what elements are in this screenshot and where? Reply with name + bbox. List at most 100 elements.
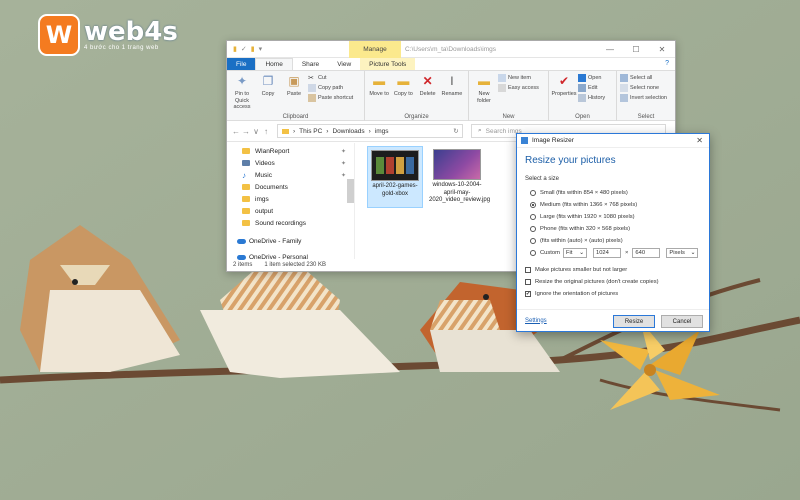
checkbox-checked[interactable]: ✔ <box>525 291 531 297</box>
file-thumbnail <box>433 149 481 180</box>
radio-button-selected[interactable] <box>530 202 536 208</box>
checkbox[interactable] <box>525 267 531 273</box>
close-icon[interactable]: ✕ <box>696 136 703 145</box>
nav-item-documents[interactable]: Documents <box>227 181 354 193</box>
group-select: Select all Select none Invert selection … <box>617 71 675 121</box>
breadcrumb-this-pc[interactable]: This PC <box>299 128 322 135</box>
up-arrow-icon[interactable]: ↑ <box>261 127 271 136</box>
qat-dropdown-icon[interactable]: ▾ <box>259 45 263 53</box>
copy-icon: ❐ <box>262 74 274 88</box>
copy-path-icon <box>308 84 316 92</box>
quick-access-toolbar: ▮ ✓ ▮ ▾ <box>227 41 262 58</box>
tab-home[interactable]: Home <box>255 58 293 70</box>
radio-button[interactable] <box>530 214 536 220</box>
maximize-button[interactable]: ☐ <box>623 41 649 58</box>
edit-button[interactable]: Edit <box>578 84 605 92</box>
size-option-medium[interactable]: Medium (fits within 1366 × 768 pixels) <box>517 199 709 211</box>
logo-name: web4s <box>84 17 178 47</box>
select-none-button[interactable]: Select none <box>620 84 667 92</box>
open-button[interactable]: Open <box>578 74 605 82</box>
fit-mode-select[interactable]: Fit ⌄ <box>562 248 587 258</box>
recent-dropdown-icon[interactable]: ∨ <box>251 127 261 136</box>
new-item-button[interactable]: New item <box>498 74 539 82</box>
size-option-auto[interactable]: (fits within (auto) × (auto) pixels) <box>517 235 709 247</box>
edit-icon <box>578 84 586 92</box>
nav-item-onedrive-family[interactable]: OneDrive - Family <box>227 235 354 247</box>
group-label-organize: Organize <box>404 114 429 120</box>
new-folder-icon[interactable]: ▮ <box>251 45 255 53</box>
custom-width-input[interactable]: 1024 <box>592 248 621 258</box>
select-all-icon <box>620 74 628 82</box>
tab-picture-tools[interactable]: Picture Tools <box>360 58 416 70</box>
refresh-icon[interactable]: ↻ <box>450 127 462 135</box>
copy-path-button[interactable]: Copy path <box>308 84 353 92</box>
radio-button[interactable] <box>530 250 536 256</box>
radio-button[interactable] <box>530 226 536 232</box>
nav-item-wlanreport[interactable]: WlanReport ✦ <box>227 145 354 157</box>
ribbon: ✦ Pin to Quick access ❐ Copy ▣ Paste ✂ Cu… <box>227 71 675 121</box>
dialog-title: Image Resizer <box>532 137 574 144</box>
dialog-heading: Resize your pictures <box>525 155 616 166</box>
tab-file[interactable]: File <box>227 58 256 70</box>
folder-icon <box>242 148 250 154</box>
cancel-button[interactable]: Cancel <box>661 315 703 328</box>
resize-button[interactable]: Resize <box>613 315 655 328</box>
folder-icon[interactable]: ▮ <box>233 45 237 53</box>
radio-button[interactable] <box>530 190 536 196</box>
size-option-phone[interactable]: Phone (fits within 320 × 568 pixels) <box>517 223 709 235</box>
settings-link[interactable]: Settings <box>525 318 547 324</box>
close-button[interactable]: ✕ <box>649 41 675 58</box>
image-resizer-dialog: Image Resizer ✕ Resize your pictures Sel… <box>516 133 710 332</box>
breadcrumb-downloads[interactable]: Downloads <box>332 128 364 135</box>
web4s-logo: W web4s 4 bước cho 1 trang web <box>38 14 178 56</box>
history-button[interactable]: History <box>578 94 605 102</box>
tab-share[interactable]: Share <box>293 58 328 70</box>
invert-selection-button[interactable]: Invert selection <box>620 94 667 102</box>
tab-manage[interactable]: Manage <box>349 41 401 58</box>
forward-arrow-icon[interactable]: → <box>241 127 251 136</box>
tab-view[interactable]: View <box>328 58 360 70</box>
breadcrumb-separator: › <box>368 127 371 135</box>
nav-item-imgs[interactable]: imgs <box>227 193 354 205</box>
size-option-custom[interactable]: Custom Fit ⌄ 1024 × 640 Pixels ⌄ <box>517 247 709 259</box>
size-option-small[interactable]: Small (fits within 854 × 480 pixels) <box>517 187 709 199</box>
properties-check-icon[interactable]: ✓ <box>241 45 247 53</box>
group-label-clipboard: Clipboard <box>282 114 309 120</box>
option-resize-original[interactable]: Resize the original pictures (don't crea… <box>517 276 709 288</box>
radio-button[interactable] <box>530 238 536 244</box>
option-ignore-orientation[interactable]: ✔ Ignore the orientation of pictures <box>517 288 709 300</box>
paste-shortcut-button[interactable]: Paste shortcut <box>308 94 353 102</box>
breadcrumb-imgs[interactable]: imgs <box>375 128 389 135</box>
unit-select[interactable]: Pixels ⌄ <box>666 248 699 258</box>
new-folder-big-icon: ▬ <box>478 74 490 88</box>
size-option-large[interactable]: Large (fits within 1920 × 1080 pixels) <box>517 211 709 223</box>
nav-scrollbar[interactable] <box>347 179 354 203</box>
back-arrow-icon[interactable]: ← <box>231 127 241 136</box>
minimize-button[interactable]: — <box>597 41 623 58</box>
checkbox[interactable] <box>525 279 531 285</box>
select-all-button[interactable]: Select all <box>620 74 667 82</box>
file-item[interactable]: april-202-games-gold-xbox <box>367 146 423 208</box>
move-folder-icon: ▬ <box>373 74 386 88</box>
nav-item-music[interactable]: ♪ Music ✦ <box>227 169 354 181</box>
nav-item-sound-recordings[interactable]: Sound recordings <box>227 217 354 229</box>
option-smaller-only[interactable]: Make pictures smaller but not larger <box>517 264 709 276</box>
open-icon <box>578 74 586 82</box>
breadcrumb-separator: › <box>326 127 329 135</box>
help-icon[interactable]: ? <box>665 60 669 67</box>
easy-access-icon <box>498 84 506 92</box>
group-clipboard: ✦ Pin to Quick access ❐ Copy ▣ Paste ✂ Cu… <box>227 71 365 121</box>
cut-button[interactable]: ✂ Cut <box>308 74 353 82</box>
address-folder-icon <box>282 128 289 134</box>
chevron-down-icon: ⌄ <box>690 250 696 256</box>
navigation-pane: WlanReport ✦ Videos ✦ ♪ Music ✦ Documents im… <box>227 143 355 261</box>
file-item[interactable]: windows-10-2004-april-may-2020_video_rev… <box>429 146 490 208</box>
breadcrumb-separator: › <box>293 127 296 135</box>
nav-item-videos[interactable]: Videos ✦ <box>227 157 354 169</box>
easy-access-button[interactable]: Easy access <box>498 84 539 92</box>
address-bar[interactable]: › This PC › Downloads › imgs ↻ <box>277 124 463 138</box>
custom-height-input[interactable]: 640 <box>632 248 661 258</box>
nav-item-output[interactable]: output <box>227 205 354 217</box>
group-label-new: New <box>502 114 515 120</box>
search-icon: ⌕ <box>478 127 482 134</box>
